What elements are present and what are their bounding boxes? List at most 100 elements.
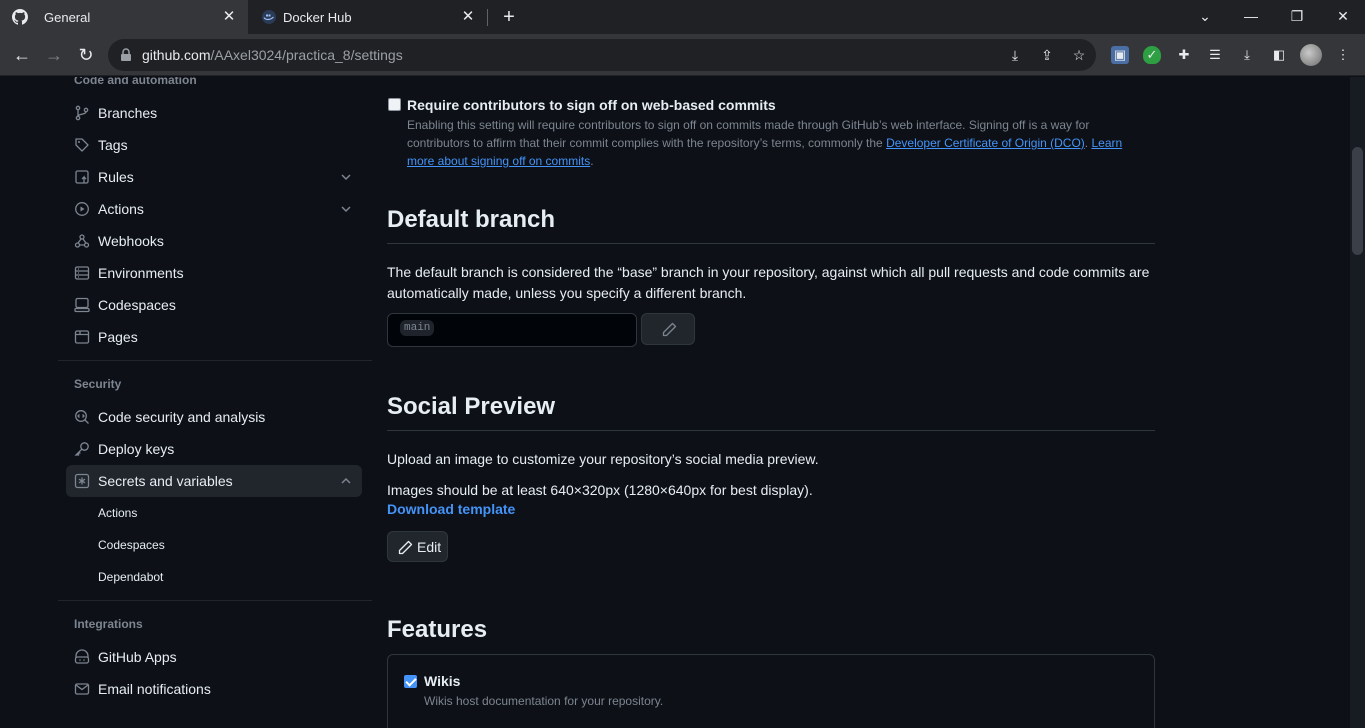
tab-title: Docker Hub (283, 10, 352, 25)
share-icon[interactable]: ⇪ (1038, 46, 1056, 64)
sidebar-item-rules[interactable]: Rules (66, 161, 362, 193)
shield-extension-icon[interactable]: ✓ (1143, 46, 1161, 64)
sidebar-subitem-dependabot[interactable]: Dependabot (66, 561, 362, 593)
sidebar-item-label: Pages (98, 329, 138, 345)
reload-icon[interactable]: ↻ (74, 43, 98, 67)
default-branch-heading: Default branch (387, 206, 556, 233)
edit-button-label: Edit (417, 539, 442, 555)
security-heading: Security (74, 377, 122, 391)
wikis-checkbox[interactable] (404, 675, 417, 688)
asterisk-icon (74, 473, 90, 489)
integrations-heading: Integrations (74, 617, 143, 631)
sidebar-item-label: Code security and analysis (98, 409, 266, 425)
settings-main: Require contributors to sign off on web-… (387, 77, 1155, 728)
sidebar-item-pages[interactable]: Pages (66, 321, 362, 353)
sidebar-item-label: Deploy keys (98, 441, 175, 457)
browser-toolbar: ← → ↻ github.com/AAxel3024/practica_8/se… (0, 34, 1365, 76)
features-box: Wikis Wikis host documentation for your … (387, 654, 1155, 728)
forward-arrow-icon[interactable]: → (42, 43, 66, 67)
sidebar-subitem-label: Actions (98, 506, 138, 520)
tag-icon (75, 138, 89, 152)
sidebar-item-actions[interactable]: Actions (66, 193, 362, 225)
puzzle-extensions-icon[interactable]: ✚ (1175, 46, 1193, 64)
sidebar-item-label: GitHub Apps (98, 649, 177, 665)
sidebar-item-label: Webhooks (98, 233, 164, 249)
sidebar-item-tags[interactable]: Tags (66, 129, 362, 161)
sidebar-item-label: Environments (98, 265, 184, 281)
close-tab-icon[interactable]: ✕ (220, 8, 238, 26)
dco-link[interactable]: Developer Certificate of Origin (DCO) (886, 136, 1085, 150)
downloads-icon[interactable]: ⤓ (1238, 46, 1256, 64)
tab-separator (487, 9, 488, 26)
close-tab-icon[interactable]: ✕ (459, 8, 477, 26)
extension-icon[interactable]: ▣ (1111, 46, 1129, 64)
wikis-description: Wikis host documentation for your reposi… (424, 694, 664, 708)
chevron-down-icon (341, 174, 351, 181)
bookmark-star-icon[interactable]: ☆ (1070, 46, 1088, 64)
menu-kebab-icon[interactable]: ⋮ (1334, 46, 1352, 64)
minimize-icon[interactable]: — (1238, 4, 1264, 28)
rename-branch-button[interactable] (641, 313, 695, 345)
side-panel-icon[interactable]: ◧ (1270, 46, 1288, 64)
sidebar-item-webhooks[interactable]: Webhooks (66, 225, 362, 257)
tab-title: General (44, 10, 91, 25)
git-branch-icon (75, 105, 89, 121)
tab-search-chevron-icon[interactable]: ⌄ (1192, 4, 1218, 28)
pencil-icon (398, 540, 413, 555)
sidebar-subitem-codespaces[interactable]: Codespaces (66, 529, 362, 561)
features-heading: Features (387, 616, 488, 643)
back-arrow-icon[interactable]: ← (10, 43, 34, 67)
social-preview-upload-text: Upload an image to customize your reposi… (387, 451, 819, 467)
lock-icon (121, 48, 131, 61)
sidebar-item-label: Codespaces (98, 297, 176, 313)
chevron-down-icon (341, 206, 351, 213)
sidebar-divider (58, 360, 372, 361)
sidebar-item-secrets-variables[interactable]: Secrets and variables (66, 465, 362, 497)
docker-icon (262, 10, 276, 24)
signoff-title: Require contributors to sign off on web-… (407, 97, 776, 113)
sidebar-item-github-apps[interactable]: GitHub Apps (66, 641, 362, 673)
codespaces-icon (74, 297, 90, 313)
section-divider (387, 243, 1155, 244)
pencil-icon (662, 322, 677, 337)
sidebar-subitem-label: Codespaces (98, 538, 165, 552)
restore-icon[interactable]: ❐ (1284, 4, 1310, 28)
tab-docker-hub[interactable]: Docker Hub ✕ (249, 0, 487, 34)
sidebar-item-label: Rules (98, 169, 134, 185)
sidebar-subitem-actions[interactable]: Actions (66, 497, 362, 529)
sidebar-item-label: Actions (98, 201, 144, 217)
default-branch-field: main (387, 313, 637, 347)
reading-list-icon[interactable]: ☰ (1206, 46, 1224, 64)
branch-name: main (400, 320, 435, 336)
apps-icon (74, 649, 90, 664)
social-preview-heading: Social Preview (387, 393, 556, 420)
scrollbar-thumb[interactable] (1352, 147, 1363, 255)
rules-icon (75, 170, 89, 184)
signoff-checkbox[interactable] (388, 98, 401, 111)
profile-avatar[interactable] (1300, 44, 1322, 66)
sidebar-item-branches[interactable]: Branches (66, 97, 362, 129)
sidebar-item-codespaces[interactable]: Codespaces (66, 289, 362, 321)
download-template-link[interactable]: Download template (387, 501, 515, 517)
edit-social-preview-button[interactable]: Edit (387, 531, 448, 562)
new-tab-plus-icon[interactable]: + (498, 6, 520, 28)
sidebar-item-email-notifications[interactable]: Email notifications (66, 673, 362, 705)
sidebar-item-code-security[interactable]: Code security and analysis (66, 401, 362, 433)
codescan-icon (75, 410, 89, 424)
page-scrollbar[interactable] (1350, 77, 1365, 728)
address-bar[interactable]: github.com/AAxel3024/practica_8/settings… (108, 39, 1096, 71)
signoff-desc-end: . (590, 154, 594, 168)
close-window-icon[interactable]: ✕ (1330, 4, 1356, 28)
webhook-icon (74, 234, 90, 248)
sidebar-item-environments[interactable]: Environments (66, 257, 362, 289)
browser-icon (74, 330, 90, 344)
code-automation-heading: Code and automation (74, 77, 197, 87)
key-icon (74, 442, 89, 456)
sidebar-item-label: Tags (98, 137, 128, 153)
github-icon (12, 9, 28, 25)
browser-tab-bar: General ✕ Docker Hub ✕ + ⌄ — ❐ ✕ (0, 0, 1365, 34)
install-app-icon[interactable]: ⤓ (1006, 46, 1024, 64)
settings-page: Code and automation Branches Tags Rules … (0, 77, 1350, 728)
tab-general[interactable]: General ✕ (0, 0, 248, 34)
sidebar-item-deploy-keys[interactable]: Deploy keys (66, 433, 362, 465)
